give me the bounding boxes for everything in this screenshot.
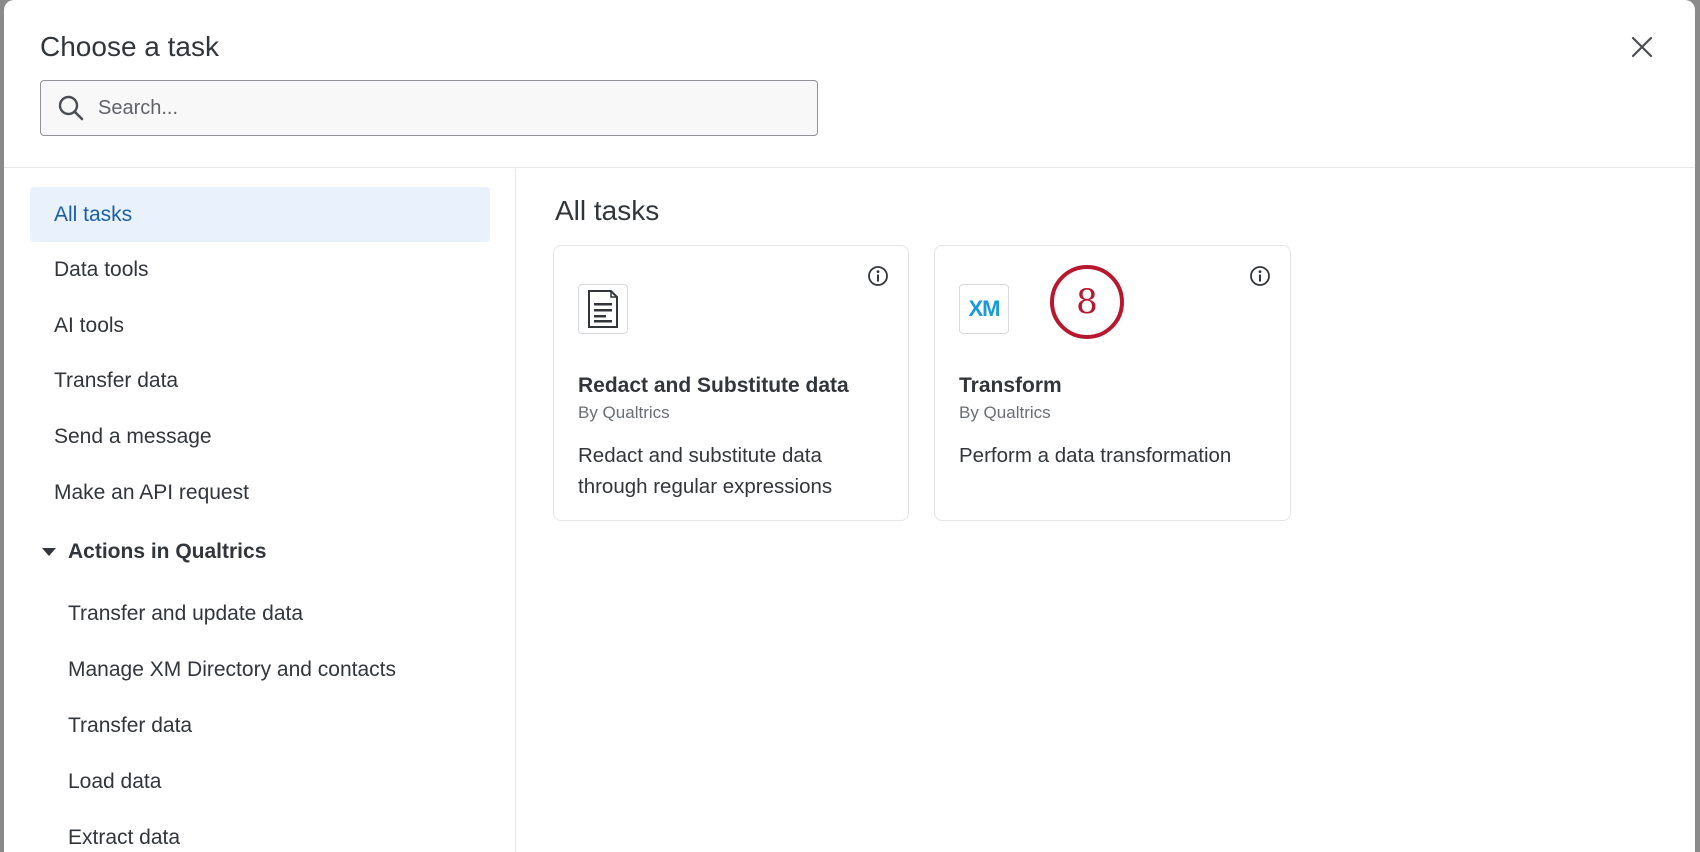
sidebar-item-label: Transfer and update data xyxy=(68,602,304,625)
task-card-description: Perform a data transformation xyxy=(959,444,1232,467)
sidebar-item-make-an-api-request[interactable]: Make an API request xyxy=(30,465,490,520)
sidebar-item-extract-data[interactable]: Extract data xyxy=(44,812,484,852)
sidebar-item-load-data[interactable]: Load data xyxy=(44,756,484,808)
task-category-sidebar: All tasks Data tools AI tools Transfer d… xyxy=(4,169,516,852)
sidebar-item-send-a-message[interactable]: Send a message xyxy=(30,409,490,464)
sidebar-item-label: Load data xyxy=(68,770,162,793)
sidebar-item-manage-xm-directory[interactable]: Manage XM Directory and contacts xyxy=(44,644,484,696)
sidebar-item-ai-tools[interactable]: AI tools xyxy=(30,298,490,353)
xm-logo-icon: XM xyxy=(968,296,1001,321)
dialog-title: Choose a task xyxy=(40,31,219,62)
sidebar-section-label: Actions in Qualtrics xyxy=(68,540,267,563)
sidebar-item-label: Data tools xyxy=(54,257,149,281)
sidebar-section-actions-in-qualtrics[interactable]: Actions in Qualtrics xyxy=(38,532,266,572)
task-card-icon-tile xyxy=(578,284,628,334)
choose-task-dialog: Choose a task All tasks Data tools AI to… xyxy=(4,0,1695,852)
sidebar-item-data-tools[interactable]: Data tools xyxy=(30,242,490,297)
task-card-icon-tile: XM xyxy=(959,284,1009,334)
dialog-header: Choose a task xyxy=(4,0,1695,168)
step-number-badge: 8 xyxy=(1050,265,1124,339)
task-card-redact-and-substitute[interactable]: Redact and Substitute data By Qualtrics … xyxy=(553,245,909,521)
task-card-author: By Qualtrics xyxy=(578,403,670,422)
search-input[interactable] xyxy=(98,96,748,120)
caret-down-icon xyxy=(42,548,56,556)
info-button[interactable] xyxy=(1248,264,1272,288)
document-icon xyxy=(588,290,618,328)
close-icon xyxy=(1631,36,1653,58)
sidebar-item-label: Transfer data xyxy=(54,368,179,392)
search-icon xyxy=(56,93,86,123)
sidebar-item-label: All tasks xyxy=(54,202,133,226)
search-box[interactable] xyxy=(40,80,818,136)
sidebar-item-label: Send a message xyxy=(54,424,212,448)
info-icon xyxy=(1250,266,1270,286)
task-card-description: Redact and substitute data through regul… xyxy=(578,444,833,498)
task-card-name: Transform xyxy=(959,374,1062,397)
task-card-name: Redact and Substitute data xyxy=(578,374,849,397)
info-icon xyxy=(868,266,888,286)
sidebar-item-label: Transfer data xyxy=(68,714,193,737)
sidebar-item-transfer-and-update-data[interactable]: Transfer and update data xyxy=(44,588,484,640)
sidebar-item-transfer-data-qualtrics[interactable]: Transfer data xyxy=(44,700,484,752)
sidebar-item-label: Extract data xyxy=(68,826,181,849)
sidebar-item-label: Manage XM Directory and contacts xyxy=(68,658,396,681)
info-button[interactable] xyxy=(866,264,890,288)
section-title: All tasks xyxy=(555,195,660,226)
sidebar-item-label: Make an API request xyxy=(54,480,249,504)
close-button[interactable] xyxy=(1627,32,1657,62)
sidebar-item-all-tasks[interactable]: All tasks xyxy=(30,187,490,242)
sidebar-item-transfer-data[interactable]: Transfer data xyxy=(30,353,490,408)
task-card-author: By Qualtrics xyxy=(959,403,1051,422)
sidebar-item-label: AI tools xyxy=(54,313,125,337)
